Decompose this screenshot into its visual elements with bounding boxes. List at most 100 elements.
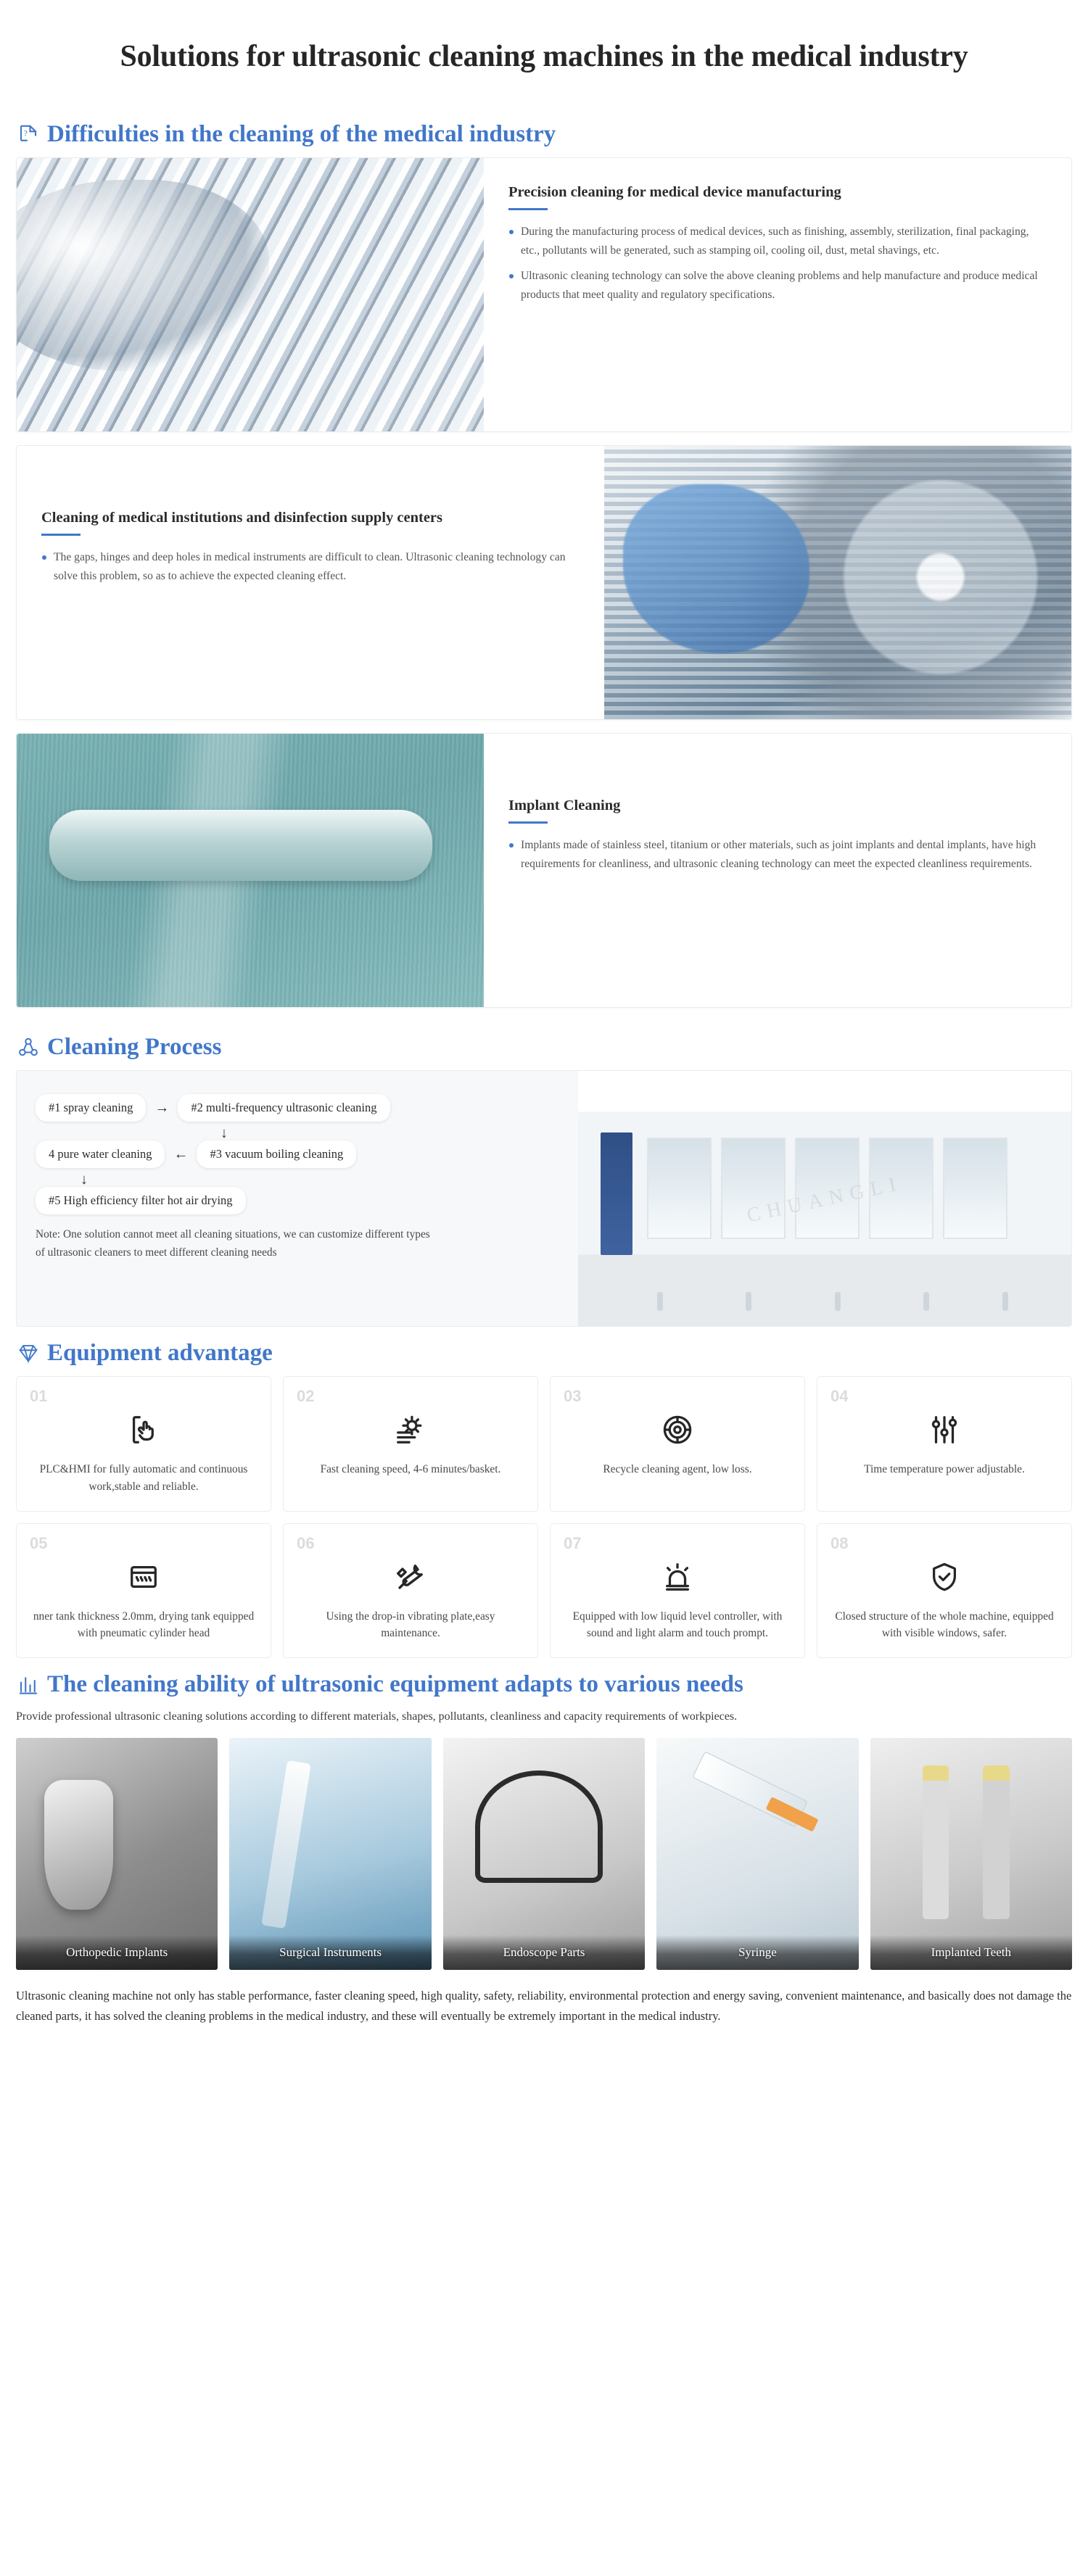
list-item: Ultrasonic cleaning technology can solve… bbox=[508, 267, 1047, 305]
advantage-grid: 01 PLC&HMI for fully automatic and conti… bbox=[16, 1376, 1072, 1658]
process-note: Note: One solution cannot meet all clean… bbox=[36, 1228, 430, 1259]
difficulty-bullet-list: Implants made of stainless steel, titani… bbox=[508, 836, 1047, 874]
advantage-text: Using the drop-in vibrating plate,easy m… bbox=[326, 1610, 495, 1639]
document-question-icon: ? bbox=[17, 123, 39, 145]
process-step-2: #2 multi-frequency ultrasonic cleaning bbox=[178, 1094, 390, 1122]
sterilizer-basket-photo bbox=[604, 445, 1071, 719]
advantage-card: 08 Closed structure of the whole machine… bbox=[817, 1523, 1072, 1658]
process-step-5: #5 High efficiency filter hot air drying bbox=[36, 1187, 246, 1215]
section-title: Cleaning Process bbox=[47, 1033, 222, 1060]
title-underline bbox=[41, 534, 81, 537]
difficulty-card: Precision cleaning for medical device ma… bbox=[16, 157, 1072, 432]
advantage-card: 02 Fast cleaning speed, 4-6 minutes/bask… bbox=[283, 1376, 538, 1512]
advantage-card: 06 Using the drop-in vibrating plate,eas… bbox=[283, 1523, 538, 1658]
advantage-number: 05 bbox=[30, 1533, 48, 1552]
gallery-caption: Implanted Teeth bbox=[870, 1935, 1072, 1971]
flow-row-3: #5 High efficiency filter hot air drying bbox=[36, 1187, 559, 1215]
arrow-left-icon: ← bbox=[173, 1146, 189, 1163]
difficulty-card-title: Cleaning of medical institutions and dis… bbox=[41, 509, 442, 526]
difficulty-card-body: Implant Cleaning Implants made of stainl… bbox=[484, 734, 1071, 1007]
alarm-lamp-icon bbox=[564, 1554, 791, 1599]
process-nodes-icon bbox=[17, 1036, 39, 1058]
flow-connector-down-2: ↓ bbox=[36, 1172, 559, 1187]
gallery-caption: Syringe bbox=[656, 1935, 859, 1971]
process-step-1: #1 spray cleaning bbox=[36, 1094, 147, 1122]
arrow-down-icon: ↓ bbox=[221, 1125, 228, 1142]
advantage-text: Closed structure of the whole machine, e… bbox=[835, 1610, 1054, 1639]
flow-row-2: 4 pure water cleaning ← #3 vacuum boilin… bbox=[36, 1140, 559, 1169]
advantage-card: 04 Time temperature power adjustable. bbox=[817, 1376, 1072, 1512]
advantage-text: Equipped with low liquid level controlle… bbox=[572, 1610, 783, 1639]
process-panel: #1 spray cleaning → #2 multi-frequency u… bbox=[16, 1070, 1072, 1328]
gallery-caption: Orthopedic Implants bbox=[16, 1935, 218, 1971]
bone-plate-implant-photo bbox=[17, 733, 484, 1007]
page-root: Solutions for ultrasonic cleaning machin… bbox=[0, 20, 1088, 2060]
section-title: The cleaning ability of ultrasonic equip… bbox=[47, 1670, 743, 1697]
diamond-icon bbox=[17, 1342, 39, 1364]
advantage-number: 04 bbox=[831, 1387, 849, 1406]
list-item: The gaps, hinges and deep holes in medic… bbox=[41, 548, 580, 586]
advantage-text: PLC&HMI for fully automatic and continuo… bbox=[39, 1463, 248, 1493]
difficulty-card-body: Precision cleaning for medical device ma… bbox=[484, 158, 1071, 431]
chart-bars-icon bbox=[17, 1673, 39, 1695]
syringe-photo: Syringe bbox=[656, 1738, 859, 1971]
process-step-4: 4 pure water cleaning bbox=[36, 1140, 165, 1169]
page-title: Solutions for ultrasonic cleaning machin… bbox=[120, 40, 968, 74]
ability-gallery: Orthopedic Implants Surgical Instruments… bbox=[16, 1738, 1072, 1971]
advantage-number: 07 bbox=[564, 1533, 582, 1552]
difficulty-card-title: Precision cleaning for medical device ma… bbox=[508, 183, 841, 200]
section-header-process: Cleaning Process bbox=[16, 1021, 1072, 1070]
advantage-number: 06 bbox=[297, 1533, 315, 1552]
flow-connector-down-1: ↓ bbox=[36, 1126, 559, 1140]
advantage-number: 01 bbox=[30, 1387, 48, 1406]
difficulty-card: Cleaning of medical institutions and dis… bbox=[16, 444, 1072, 720]
multi-tank-ultrasonic-cleaning-machine-photo: CHUANGLI bbox=[578, 1071, 1071, 1327]
surgical-instruments-photo bbox=[17, 157, 484, 431]
shield-check-icon bbox=[831, 1554, 1058, 1599]
title-underline bbox=[508, 208, 548, 211]
section-title: Difficulties in the cleaning of the medi… bbox=[47, 120, 556, 147]
recycle-target-icon bbox=[564, 1407, 791, 1452]
difficulty-card: Implant Cleaning Implants made of stainl… bbox=[16, 732, 1072, 1008]
sliders-icon bbox=[831, 1407, 1058, 1452]
advantage-number: 08 bbox=[831, 1533, 849, 1552]
title-underline bbox=[508, 821, 548, 824]
outro-text: Ultrasonic cleaning machine not only has… bbox=[16, 1989, 1072, 2023]
difficulty-bullet-list: The gaps, hinges and deep holes in medic… bbox=[41, 548, 580, 586]
section-header-ability: The cleaning ability of ultrasonic equip… bbox=[16, 1658, 1072, 1707]
drying-tank-icon bbox=[30, 1554, 257, 1599]
flow-row-1: #1 spray cleaning → #2 multi-frequency u… bbox=[36, 1094, 559, 1122]
touch-hand-icon bbox=[30, 1407, 257, 1452]
advantage-card: 01 PLC&HMI for fully automatic and conti… bbox=[16, 1376, 271, 1512]
orthopedic-implant-photo: Orthopedic Implants bbox=[16, 1738, 218, 1971]
list-item: During the manufacturing process of medi… bbox=[508, 223, 1047, 260]
section-title: Equipment advantage bbox=[47, 1340, 273, 1367]
gallery-caption: Endoscope Parts bbox=[442, 1935, 646, 1971]
process-flowchart: #1 spray cleaning → #2 multi-frequency u… bbox=[17, 1071, 578, 1326]
process-step-3: #3 vacuum boiling cleaning bbox=[197, 1140, 357, 1169]
difficulty-card-body: Cleaning of medical institutions and dis… bbox=[17, 446, 604, 719]
arrow-right-icon: → bbox=[154, 1100, 170, 1117]
tools-wrench-icon bbox=[297, 1554, 524, 1599]
advantage-card: 07 Equipped with low liquid level contro… bbox=[550, 1523, 805, 1658]
advantage-number: 03 bbox=[564, 1387, 582, 1406]
difficulty-bullet-list: During the manufacturing process of medi… bbox=[508, 223, 1047, 305]
dental-implant-photo: Implanted Teeth bbox=[870, 1738, 1072, 1971]
advantage-number: 02 bbox=[297, 1387, 315, 1406]
endoscope-parts-photo: Endoscope Parts bbox=[442, 1738, 646, 1971]
advantage-text: nner tank thickness 2.0mm, drying tank e… bbox=[33, 1610, 255, 1639]
list-item: Implants made of stainless steel, titani… bbox=[508, 836, 1047, 874]
advantage-text: Time temperature power adjustable. bbox=[864, 1463, 1025, 1476]
surgical-instruments-photo: Surgical Instruments bbox=[229, 1738, 432, 1971]
advantage-text: Recycle cleaning agent, low loss. bbox=[603, 1463, 752, 1476]
arrow-down-icon: ↓ bbox=[81, 1172, 88, 1188]
gallery-caption: Surgical Instruments bbox=[229, 1935, 432, 1971]
section-header-advantage: Equipment advantage bbox=[16, 1327, 1072, 1376]
section-header-difficulties: ? Difficulties in the cleaning of the me… bbox=[16, 108, 1072, 157]
ability-lead-text: Provide professional ultrasonic cleaning… bbox=[16, 1710, 738, 1723]
gear-speed-icon bbox=[297, 1407, 524, 1452]
advantage-card: 05 nner tank thickness 2.0mm, drying tan… bbox=[16, 1523, 271, 1658]
svg-text:?: ? bbox=[24, 129, 28, 138]
advantage-card: 03 Recycle cleaning agent, low loss. bbox=[550, 1376, 805, 1512]
advantage-text: Fast cleaning speed, 4-6 minutes/basket. bbox=[320, 1463, 501, 1476]
